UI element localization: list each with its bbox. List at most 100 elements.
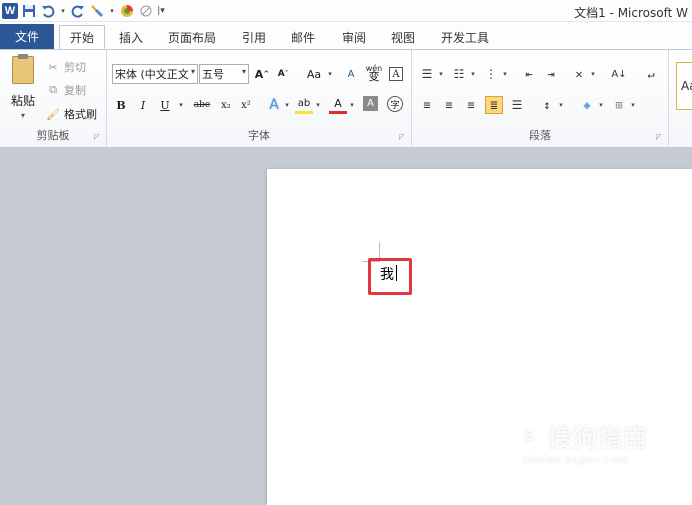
tab-mailings[interactable]: 邮件 (282, 25, 324, 49)
quick-access-toolbar: W ▾ ▾ |▾ (2, 2, 165, 20)
decrease-indent-button[interactable]: ⇤ (520, 65, 538, 83)
underline-dropdown-icon[interactable]: ▾ (177, 101, 185, 109)
superscript-button[interactable]: x² (237, 96, 255, 114)
italic-button[interactable]: I (134, 96, 152, 114)
multilevel-list-icon: ⋮ (485, 67, 497, 81)
strikethrough-button[interactable]: abe (191, 96, 213, 114)
copy-button[interactable]: ⧉ 复制 (46, 81, 86, 99)
paste-label: 粘贴 (10, 94, 35, 108)
bold-icon: B (116, 98, 126, 112)
line-spacing-button[interactable]: ↕ (538, 96, 556, 114)
font-color-dropdown-icon[interactable]: ▾ (348, 101, 356, 109)
change-case-icon: Aa (306, 67, 322, 81)
numbering-button[interactable]: ☷ (450, 65, 468, 83)
align-left-button[interactable]: ≡ (418, 96, 436, 114)
paste-button[interactable]: 粘贴 ▾ (6, 54, 40, 124)
grow-font-button[interactable]: A ^ (253, 65, 271, 83)
tab-home[interactable]: 开始 (59, 25, 105, 49)
tab-references[interactable]: 引用 (233, 25, 275, 49)
chinese-layout-button[interactable]: ✕ (570, 65, 588, 83)
shading-dropdown-icon[interactable]: ▾ (597, 101, 605, 109)
borders-dropdown-icon[interactable]: ▾ (629, 101, 637, 109)
enclose-characters-button[interactable]: 字 (387, 96, 403, 112)
style-gallery-item[interactable]: Aa (676, 62, 692, 110)
char-shading-button[interactable]: A (363, 96, 378, 111)
multilevel-list-button[interactable]: ⋮ (482, 65, 500, 83)
brush-icon: 🖌 (46, 107, 60, 121)
sort-button[interactable]: A↓ (610, 65, 628, 83)
color-icon[interactable] (119, 3, 135, 19)
tab-view[interactable]: 视图 (382, 25, 424, 49)
multilevel-dropdown-icon[interactable]: ▾ (501, 70, 509, 78)
borders-icon: ⊞ (615, 98, 623, 112)
sort-icon: A↓ (611, 68, 627, 80)
watermark-url: zhinan.sogou.com (522, 455, 630, 466)
phonetic-guide-button[interactable]: wén 变 (365, 64, 383, 83)
change-case-button[interactable]: Aa (303, 65, 325, 83)
text-effect-icon: A (269, 97, 279, 113)
shrink-font-button[interactable]: Aˇ (274, 65, 292, 83)
font-name-dropdown-icon[interactable]: ▾ (190, 67, 195, 76)
justify-icon: ≣ (490, 98, 498, 112)
clipboard-launcher-icon[interactable]: ◸ (94, 133, 102, 141)
paste-dropdown-icon[interactable]: ▾ (21, 111, 25, 120)
paint-bucket-icon: ◈ (583, 98, 591, 112)
text-effect-dropdown-icon[interactable]: ▾ (283, 101, 291, 109)
change-case-dropdown-icon[interactable]: ▾ (326, 70, 334, 78)
distributed-button[interactable]: ☰ (508, 96, 526, 114)
tab-insert[interactable]: 插入 (110, 25, 152, 49)
chinese-layout-dropdown-icon[interactable]: ▾ (589, 70, 597, 78)
undo-dropdown-icon[interactable]: ▾ (59, 3, 67, 19)
justify-button[interactable]: ≣ (485, 96, 503, 114)
format-painter-button[interactable]: 🖌 格式刷 (46, 105, 97, 123)
borders-button[interactable]: ⊞ (610, 96, 628, 114)
bullets-dropdown-icon[interactable]: ▾ (437, 70, 445, 78)
font-name-combo[interactable]: 宋体 (中文正文 ▾ (112, 64, 198, 84)
bold-button[interactable]: B (112, 96, 130, 114)
watermark-text: 搜狗指南 (548, 424, 648, 452)
decrease-indent-icon: ⇤ (525, 67, 533, 81)
align-center-button[interactable]: ≡ (440, 96, 458, 114)
font-size-dropdown-icon[interactable]: ▾ (242, 67, 246, 76)
format-painter-icon[interactable] (89, 3, 105, 19)
tab-file[interactable]: 文件 (0, 24, 54, 49)
undo-icon[interactable] (40, 3, 56, 19)
tab-developer[interactable]: 开发工具 (434, 25, 496, 49)
show-marks-button[interactable]: ↵ (642, 65, 660, 83)
line-spacing-dropdown-icon[interactable]: ▾ (557, 101, 565, 109)
increase-indent-button[interactable]: ⇥ (542, 65, 560, 83)
tab-review[interactable]: 审阅 (333, 25, 375, 49)
text-effect-button[interactable]: A (265, 96, 283, 114)
pen-icon[interactable] (138, 3, 154, 19)
character-border-button[interactable]: A (387, 65, 405, 83)
highlight-button[interactable]: ab (295, 96, 313, 114)
clear-format-button[interactable]: A (342, 65, 360, 83)
copy-icon: ⧉ (49, 83, 57, 96)
tab-page-layout[interactable]: 页面布局 (162, 25, 222, 49)
ribbon-tabs: 文件 开始 插入 页面布局 引用 邮件 审阅 视图 开发工具 (0, 22, 692, 49)
font-launcher-icon[interactable]: ◸ (399, 133, 407, 141)
word-logo-icon[interactable]: W (2, 3, 18, 19)
highlight-dropdown-icon[interactable]: ▾ (314, 101, 322, 109)
shading-button[interactable]: ◈ (578, 96, 596, 114)
font-group: 宋体 (中文正文 ▾ 五号 ▾ A ^ Aˇ Aa ▾ A wén 变 A B I … (107, 50, 412, 147)
redo-icon[interactable] (70, 3, 86, 19)
font-color-button[interactable]: A (329, 96, 347, 114)
highlight-icon: ab (297, 98, 311, 109)
paragraph-launcher-icon[interactable]: ◸ (656, 133, 664, 141)
align-right-button[interactable]: ≡ (462, 96, 480, 114)
strikethrough-icon: abe (193, 100, 211, 110)
qat-dropdown-icon[interactable]: ▾ (108, 3, 116, 19)
clear-format-icon: A (347, 68, 355, 80)
save-icon[interactable] (21, 3, 37, 19)
chinese-layout-icon: ✕ (575, 67, 583, 81)
cut-button[interactable]: ✂ 剪切 (46, 58, 86, 76)
numbering-dropdown-icon[interactable]: ▾ (469, 70, 477, 78)
superscript-icon: x² (241, 99, 251, 111)
customize-icon[interactable]: |▾ (157, 3, 165, 19)
bullets-button[interactable]: ☰ (418, 65, 436, 83)
font-size-combo[interactable]: 五号 ▾ (199, 64, 249, 84)
subscript-button[interactable]: x₂ (217, 96, 235, 114)
underline-button[interactable]: U (156, 96, 174, 114)
increase-indent-icon: ⇥ (547, 67, 555, 81)
